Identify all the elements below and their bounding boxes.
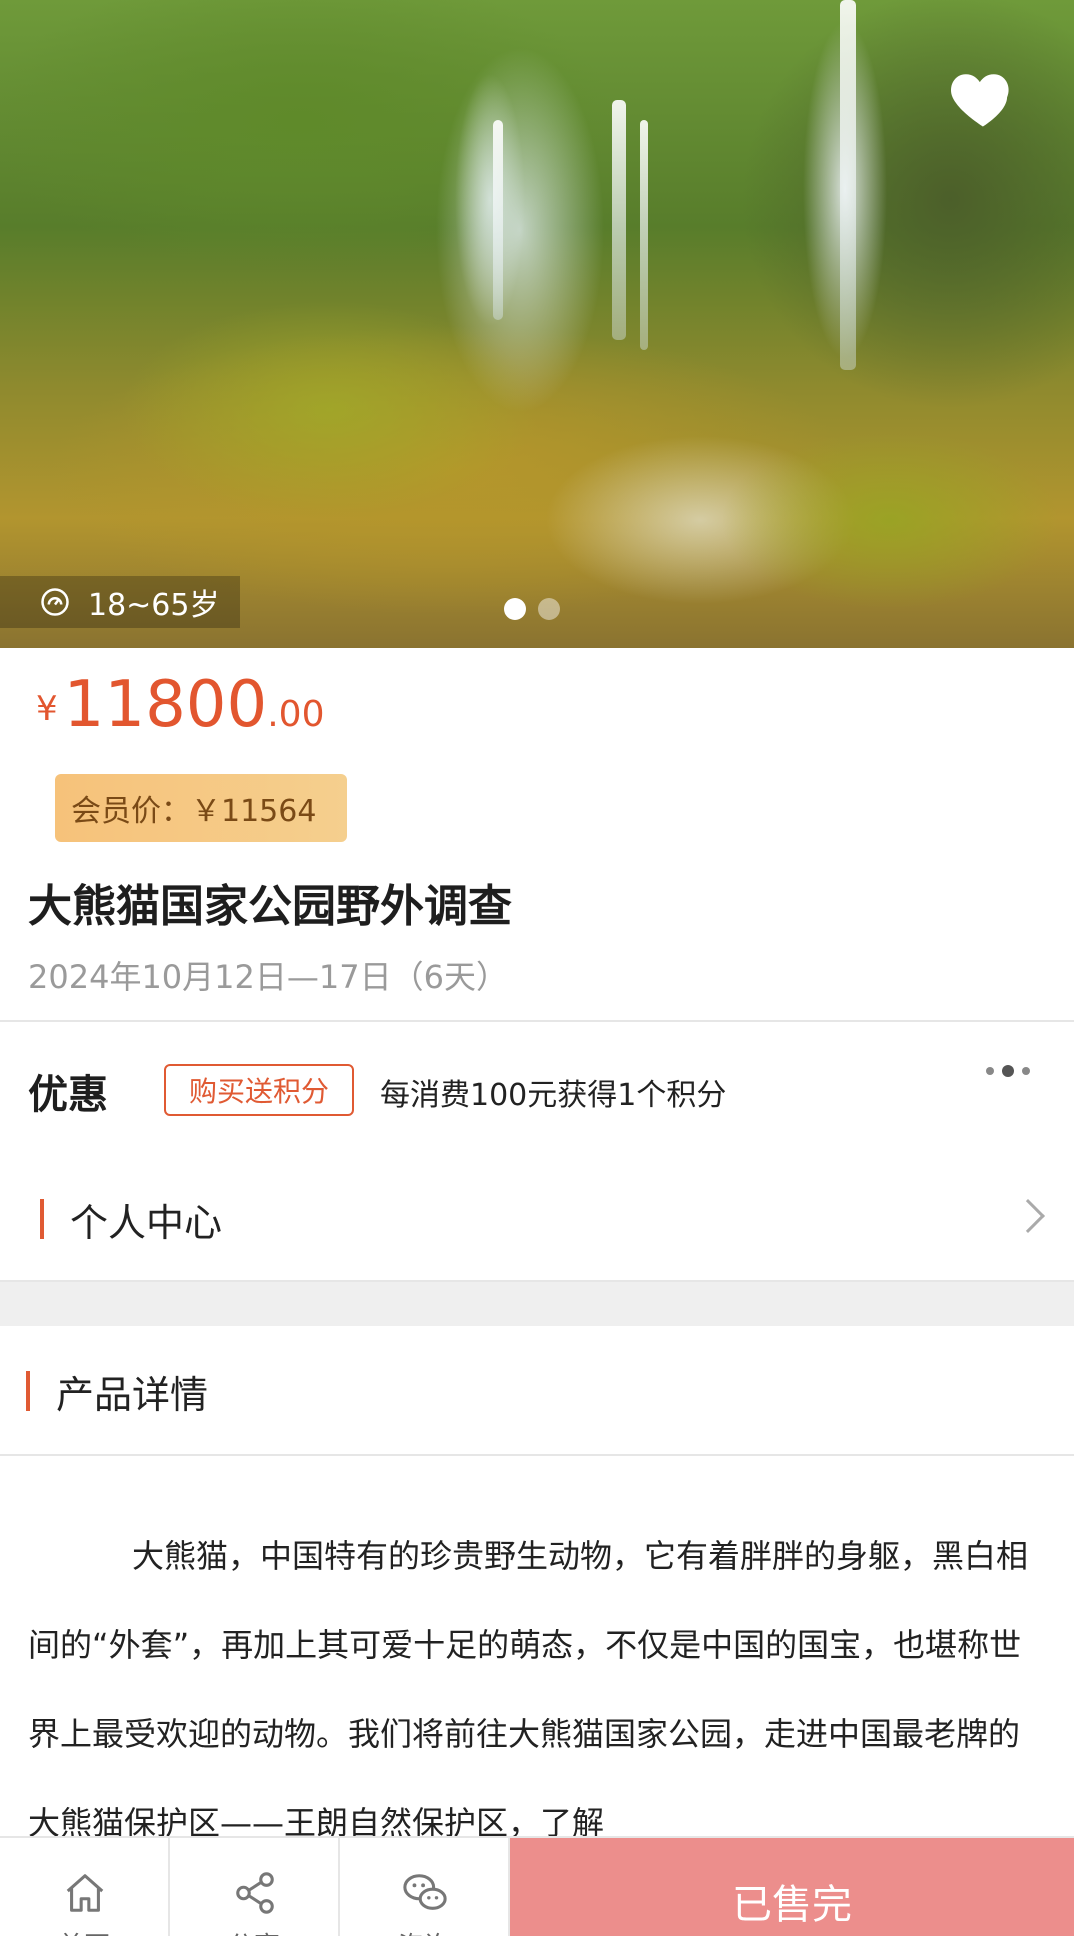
wechat-icon	[403, 1874, 447, 1910]
gauge-icon	[41, 588, 69, 616]
hero-image-detail	[720, 430, 1060, 610]
home-icon	[66, 1874, 104, 1912]
section-accent-bar	[40, 1199, 44, 1239]
consult-button[interactable]: 咨询	[340, 1838, 510, 1936]
home-button[interactable]: 首页	[0, 1838, 170, 1936]
product-details-label: 产品详情	[56, 1372, 209, 1417]
carousel-dot-active[interactable]	[504, 598, 526, 620]
hero-carousel[interactable]: 18~65岁	[0, 0, 1074, 648]
chevron-right-icon	[1011, 1199, 1045, 1233]
waterfall-stream	[640, 120, 648, 350]
personal-center-row[interactable]: 个人中心	[0, 1174, 1074, 1264]
price: ¥11800.00	[36, 668, 325, 742]
consult-label: 咨询	[340, 1926, 508, 1936]
product-title: 大熊猫国家公园野外调查	[28, 881, 512, 932]
waterfall-stream	[493, 120, 503, 320]
age-range-text: 18~65岁	[88, 588, 220, 623]
sold-out-button[interactable]: 已售完	[510, 1838, 1074, 1936]
section-spacer	[0, 1282, 1074, 1326]
currency-symbol: ¥	[36, 689, 58, 729]
heart-icon	[951, 74, 1009, 127]
personal-center-label: 个人中心	[70, 1200, 223, 1245]
product-description: 大熊猫，中国特有的珍贵野生动物，它有着胖胖的身躯，黑白相间的“外套”，再加上其可…	[28, 1537, 1029, 1842]
more-dots-icon[interactable]	[986, 1064, 1030, 1078]
carousel-dot[interactable]	[538, 598, 560, 620]
share-button[interactable]: 分享	[170, 1838, 340, 1936]
promo-label: 优惠	[28, 1072, 108, 1118]
age-range-badge: 18~65岁	[0, 576, 240, 628]
price-integer: 11800	[63, 668, 268, 742]
waterfall-stream	[840, 0, 856, 370]
divider	[0, 1454, 1074, 1456]
bottom-action-bar: 首页 分享 咨询 已售完	[0, 1836, 1074, 1936]
hero-image	[120, 300, 540, 520]
waterfall-stream	[612, 100, 626, 340]
trip-dates: 2024年10月12日—17日（6天）	[28, 958, 508, 996]
price-decimal: .00	[267, 694, 325, 735]
member-price-badge: 会员价：￥11564	[55, 774, 347, 842]
share-icon	[236, 1872, 274, 1914]
favorite-button[interactable]	[945, 60, 1021, 136]
share-label: 分享	[170, 1926, 338, 1936]
divider	[0, 1020, 1074, 1022]
promo-tag: 购买送积分	[164, 1064, 354, 1116]
product-details-header: 产品详情	[0, 1346, 1074, 1436]
promo-description: 每消费100元获得1个积分	[380, 1078, 727, 1113]
carousel-indicator	[504, 598, 560, 620]
home-label: 首页	[0, 1926, 168, 1936]
section-accent-bar	[26, 1371, 30, 1411]
